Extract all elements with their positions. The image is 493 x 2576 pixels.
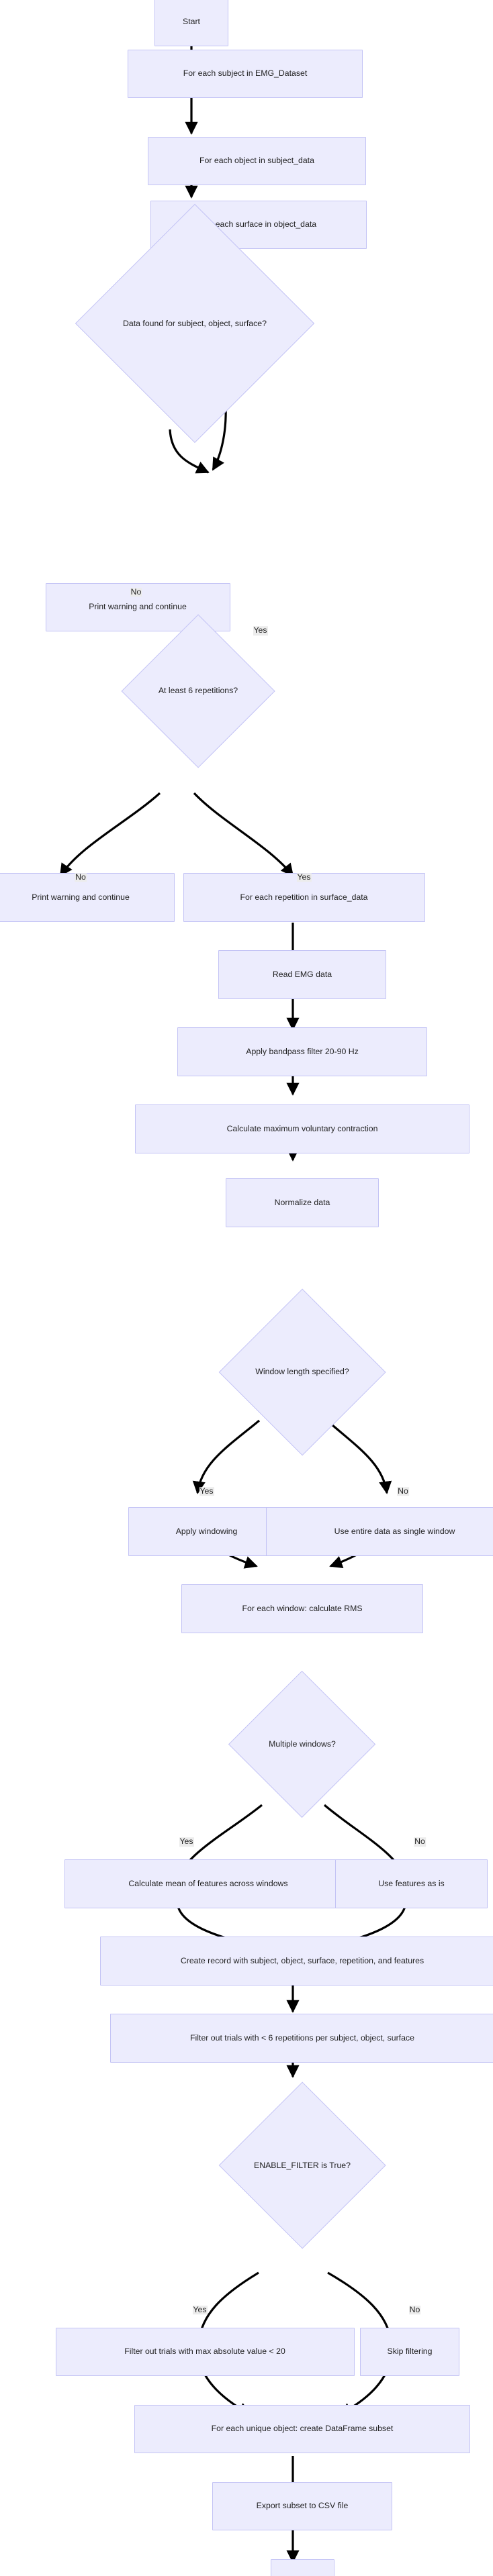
node-label: Apply bandpass filter 20-90 Hz <box>246 1046 359 1056</box>
node-label: At least 6 repetitions? <box>158 686 238 696</box>
node-label: Use features as is <box>378 1878 445 1888</box>
node-apply_window: Apply windowing <box>128 1507 285 1556</box>
node-layer: Start For each subject in EMG_Dataset For … <box>0 0 493 2576</box>
edge-label-yes: Yes <box>253 625 268 635</box>
node-warn_2: Print warning and continue <box>0 873 175 922</box>
edge-label-yes: Yes <box>199 1486 214 1496</box>
node-label: For each unique object: create DataFrame… <box>211 2424 394 2434</box>
node-label: Filter out trials with < 6 repetitions p… <box>190 2032 414 2043</box>
node-label: Export subset to CSV file <box>256 2501 349 2511</box>
node-export_csv: Export subset to CSV file <box>212 2481 392 2531</box>
edge-label-no: No <box>408 2304 421 2315</box>
node-skip_filter: Skip filtering <box>360 2327 459 2377</box>
node-filter_abs: Filter out trials with max absolute valu… <box>55 2327 355 2377</box>
node-label: Read EMG data <box>272 969 332 979</box>
node-label: Print warning and continue <box>32 892 130 902</box>
node-bandpass: Apply bandpass filter 20-90 Hz <box>177 1027 428 1076</box>
node-dec_reps: At least 6 repetitions? <box>96 614 301 768</box>
node-create_record: Create record with subject, object, surf… <box>99 1937 493 1986</box>
node-label: Create record with subject, object, surf… <box>180 1955 424 1965</box>
node-label: Print warning and continue <box>89 602 187 612</box>
node-use_feats: Use features as is <box>334 1859 488 1908</box>
node-label: Start <box>183 16 200 26</box>
node-start: Start <box>154 0 228 46</box>
edge-label-yes: Yes <box>179 1837 194 1847</box>
node-dec_enable: ENABLE_FILTER is True? <box>184 2081 421 2250</box>
node-unique_obj: For each unique object: create DataFrame… <box>134 2404 470 2454</box>
node-label: Apply windowing <box>175 1526 238 1536</box>
node-normalize: Normalize data <box>226 1178 379 1227</box>
node-label: For each window: calculate RMS <box>242 1603 363 1613</box>
node-label: Calculate mean of features across window… <box>128 1878 288 1888</box>
edge-label-yes: Yes <box>296 872 312 882</box>
edge-label-yes: Yes <box>192 2304 208 2315</box>
node-dec_window: Window length specified? <box>189 1288 416 1456</box>
node-label: For each subject in EMG_Dataset <box>183 68 308 79</box>
node-filter_reps: Filter out trials with < 6 repetitions p… <box>109 2014 493 2063</box>
edge-label-no: No <box>130 586 142 597</box>
node-label: Window length specified? <box>255 1367 349 1377</box>
node-loop_object: For each object in subject_data <box>148 136 366 186</box>
node-mvc: Calculate maximum voluntary contraction <box>135 1104 469 1153</box>
node-label: Multiple windows? <box>269 1739 336 1749</box>
node-label: ENABLE_FILTER is True? <box>254 2160 351 2170</box>
node-label: For each repetition in surface_data <box>240 892 368 902</box>
node-read_emg: Read EMG data <box>218 950 386 999</box>
flowchart-canvas: Start For each subject in EMG_Dataset For … <box>0 0 493 2576</box>
node-label: For each object in subject_data <box>199 156 314 166</box>
node-dec_data_found: Data found for subject, object, surface? <box>23 204 367 444</box>
node-label: Filter out trials with max absolute valu… <box>124 2347 285 2357</box>
node-label: Use entire data as single window <box>334 1526 455 1536</box>
edge-label-no: No <box>397 1486 409 1496</box>
node-rms: For each window: calculate RMS <box>181 1584 423 1633</box>
edge-label-no: No <box>414 1837 426 1847</box>
node-label: Calculate maximum voluntary contraction <box>226 1123 378 1133</box>
node-single_window: Use entire data as single window <box>266 1507 493 1556</box>
node-label: Normalize data <box>274 1197 330 1207</box>
node-mean_feats: Calculate mean of features across window… <box>64 1859 352 1908</box>
edge-label-no: No <box>75 872 87 882</box>
node-dec_multi: Multiple windows? <box>208 1671 396 1818</box>
node-label: Data found for subject, object, surface? <box>123 318 267 328</box>
node-end: End <box>270 2559 334 2576</box>
node-loop_subject: For each subject in EMG_Dataset <box>128 49 363 99</box>
node-label: Skip filtering <box>387 2347 433 2357</box>
